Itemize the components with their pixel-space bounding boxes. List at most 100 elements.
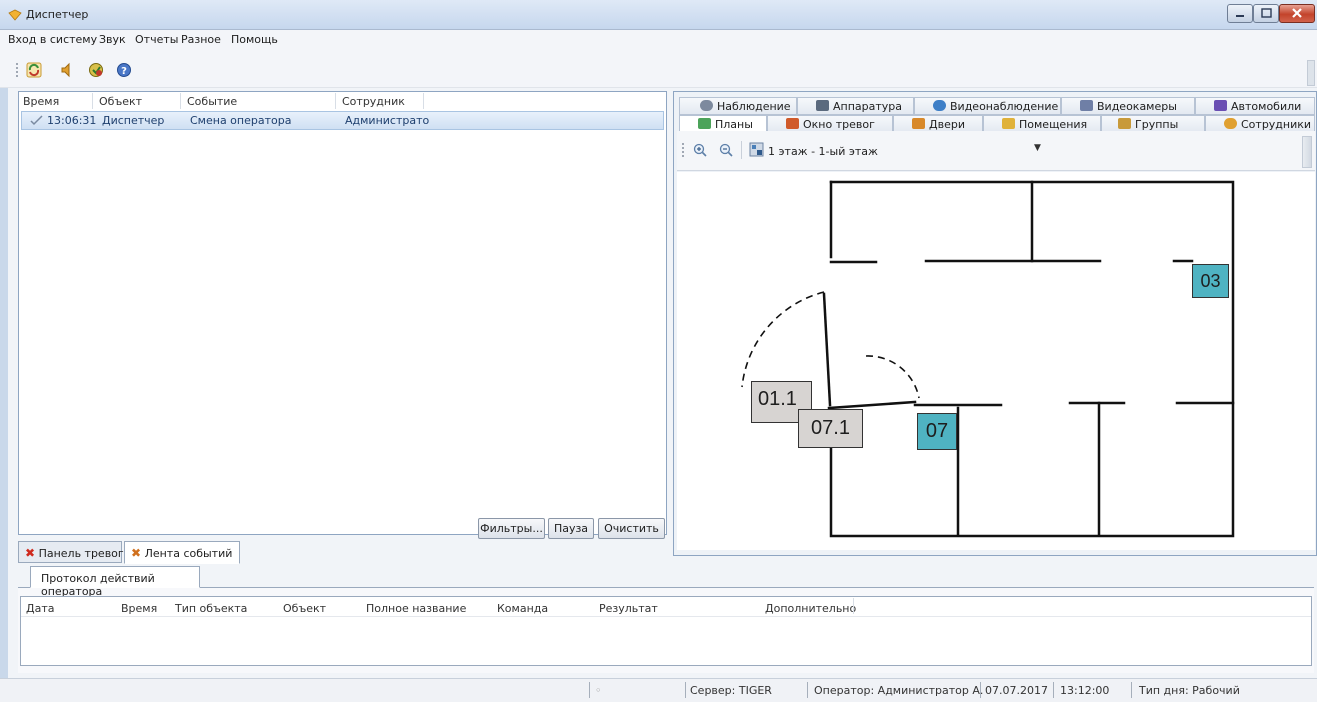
plan-icon: [698, 118, 711, 129]
status-indicator: ◦: [595, 684, 602, 697]
column-separator[interactable]: [92, 93, 93, 109]
refresh-icon[interactable]: [26, 62, 42, 78]
tab-label: Лента событий: [144, 547, 233, 560]
pcol-object-type[interactable]: Тип объекта: [175, 602, 247, 615]
pause-button[interactable]: Пауза: [548, 518, 594, 539]
status-operator: Оператор: Администратор А.: [814, 684, 984, 697]
svg-text:?: ?: [121, 66, 127, 77]
toolbar-scroll-handle[interactable]: [1307, 60, 1315, 86]
tab-monitoring[interactable]: Наблюдение: [679, 97, 797, 115]
row-time: 13:06:31: [47, 114, 97, 127]
col-employee[interactable]: Сотрудник: [342, 95, 405, 108]
filters-button[interactable]: Фильтры...: [478, 518, 545, 539]
row-employee: Администрато: [345, 114, 430, 127]
floor-plan-icon: [749, 142, 764, 157]
window-title: Диспетчер: [26, 8, 89, 21]
room-marker-07-1[interactable]: 07.1: [798, 409, 863, 448]
status-date: 07.07.2017: [985, 684, 1048, 697]
menu-misc[interactable]: Разное: [181, 33, 221, 46]
minimize-button[interactable]: [1227, 4, 1253, 23]
pcol-additional[interactable]: Дополнительно: [765, 602, 856, 615]
tab-label: Панель тревог: [38, 547, 124, 560]
alarm-icon: [786, 118, 799, 129]
menu-help[interactable]: Помощь: [231, 33, 278, 46]
tab-label: Планы: [715, 118, 753, 131]
tab-label: Сотрудники: [1241, 118, 1312, 131]
tab-video-surveillance[interactable]: Видеонаблюдение: [914, 97, 1061, 115]
floor-plan-drawing: [741, 180, 1235, 538]
eye-icon: [700, 100, 713, 111]
tab-event-feed[interactable]: ✖ Лента событий: [124, 541, 240, 564]
app-icon: [8, 9, 22, 21]
status-server: Сервер: TIGER: [690, 684, 772, 697]
col-event[interactable]: Событие: [187, 95, 237, 108]
pcol-time[interactable]: Время: [121, 602, 157, 615]
row-event: Смена оператора: [190, 114, 292, 127]
events-list[interactable]: [18, 91, 667, 535]
tab-hardware[interactable]: Аппаратура: [797, 97, 914, 115]
room-marker-03[interactable]: 03: [1192, 264, 1229, 298]
floor-selector[interactable]: 1 этаж - 1-ый этаж: [768, 145, 878, 158]
status-separator: [807, 682, 808, 698]
status-separator: [1131, 682, 1132, 698]
toolbar: [0, 50, 1317, 88]
status-separator: [589, 682, 590, 698]
room-marker-07[interactable]: 07: [917, 413, 957, 450]
tab-cameras[interactable]: Видеокамеры: [1061, 97, 1195, 115]
pcol-full-name[interactable]: Полное название: [366, 602, 466, 615]
row-object: Диспетчер: [102, 114, 165, 127]
col-time[interactable]: Время: [23, 95, 59, 108]
tab-label: Видеокамеры: [1097, 100, 1177, 113]
col-object[interactable]: Объект: [99, 95, 142, 108]
tab-operator-protocol[interactable]: Протокол действий оператора: [30, 566, 200, 598]
plan-toolbar-scroll[interactable]: [1302, 136, 1312, 168]
dropdown-arrow-icon[interactable]: ▼: [1034, 143, 1041, 153]
zoom-in-icon[interactable]: [693, 143, 707, 157]
clear-button[interactable]: Очистить: [598, 518, 665, 539]
pcol-object[interactable]: Объект: [283, 602, 326, 615]
reports-icon[interactable]: [88, 62, 104, 78]
status-separator: [1053, 682, 1054, 698]
toolbar-grip[interactable]: [16, 63, 18, 77]
title-bar: [0, 0, 1317, 30]
menu-login[interactable]: Вход в систему: [8, 33, 97, 46]
status-bar: [0, 678, 1317, 702]
tab-vehicles[interactable]: Автомобили: [1195, 97, 1315, 115]
red-x-icon: ✖: [25, 546, 36, 560]
sound-icon[interactable]: [59, 62, 75, 78]
close-button[interactable]: [1279, 4, 1315, 23]
divider: [21, 616, 1311, 617]
room-icon: [1002, 118, 1015, 129]
maximize-button[interactable]: [1253, 4, 1279, 23]
column-separator[interactable]: [423, 93, 424, 109]
tab-label: Окно тревог: [803, 118, 875, 131]
tab-label: Автомобили: [1231, 100, 1302, 113]
tab-alarm-panel[interactable]: ✖ Панель тревог: [18, 541, 124, 563]
tab-label: Двери: [929, 118, 965, 131]
column-separator[interactable]: [335, 93, 336, 109]
pcol-result[interactable]: Результат: [599, 602, 658, 615]
column-separator[interactable]: [853, 598, 854, 614]
tab-label: Помещения: [1019, 118, 1088, 131]
divider: [741, 141, 742, 159]
video-icon: [933, 100, 946, 111]
pcol-command[interactable]: Команда: [497, 602, 548, 615]
column-separator[interactable]: [180, 93, 181, 109]
status-time: 13:12:00: [1060, 684, 1110, 697]
pcol-date[interactable]: Дата: [26, 602, 54, 615]
zoom-out-icon[interactable]: [719, 143, 733, 157]
camera-icon: [1080, 100, 1093, 111]
help-icon[interactable]: ?: [116, 62, 132, 78]
door-icon: [912, 118, 925, 129]
car-icon: [1214, 100, 1227, 111]
menu-reports[interactable]: Отчеты: [135, 33, 178, 46]
tab-label: Наблюдение: [717, 100, 791, 113]
tab-label: Аппаратура: [833, 100, 903, 113]
tab-label: Видеонаблюдение: [950, 100, 1059, 113]
status-separator: [980, 682, 981, 698]
status-separator: [685, 682, 686, 698]
menu-sound[interactable]: Звук: [99, 33, 126, 46]
groups-icon: [1118, 118, 1131, 129]
toolbar-grip[interactable]: [682, 143, 684, 157]
hardware-icon: [816, 100, 829, 111]
